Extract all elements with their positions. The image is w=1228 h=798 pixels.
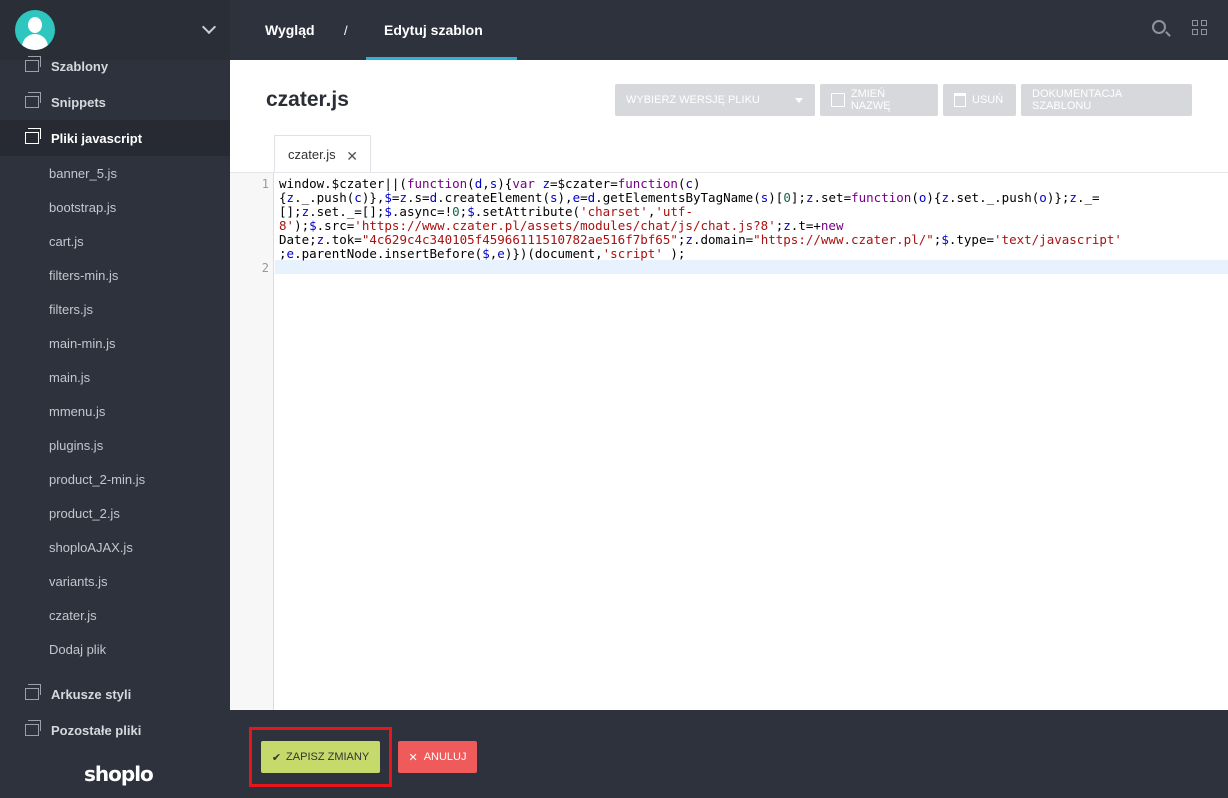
user-avatar-icon[interactable] xyxy=(15,10,55,50)
add-file-link[interactable]: Dodaj plik xyxy=(0,632,230,666)
layers-icon xyxy=(25,684,41,700)
sidebar-file-item[interactable]: bootstrap.js xyxy=(0,190,230,224)
sidebar-file-item[interactable]: plugins.js xyxy=(0,428,230,462)
sidebar-item-label: Snippets xyxy=(51,94,106,110)
docs-label: Dokumentacja szablonu xyxy=(1032,88,1122,112)
breadcrumb-separator: / xyxy=(344,22,348,38)
file-tab-label: czater.js xyxy=(288,147,336,162)
sidebar-file-item[interactable]: banner_5.js xyxy=(0,156,230,190)
rename-button[interactable]: Zmień nazwę xyxy=(820,84,938,116)
breadcrumb-wyglad[interactable]: Wygląd xyxy=(265,0,315,60)
sidebar-item-label: Pozostałe pliki xyxy=(51,722,142,738)
active-tab-underline xyxy=(366,57,517,60)
save-label: Zapisz zmiany xyxy=(286,751,370,763)
line-number: 2 xyxy=(261,261,269,275)
sidebar-file-item[interactable]: filters-min.js xyxy=(0,258,230,292)
cancel-label: Anuluj xyxy=(423,751,467,763)
dropdown-label: Wybierz wersję pliku xyxy=(626,94,760,106)
page-title: czater.js xyxy=(266,88,349,111)
code-content[interactable]: window.$czater||(function(d,s){var z=$cz… xyxy=(279,177,1225,262)
check-icon: ✔ xyxy=(271,751,282,764)
rename-label: Zmień nazwę xyxy=(850,88,891,112)
delete-button[interactable]: Usuń xyxy=(943,84,1016,116)
active-line-highlight xyxy=(275,260,1228,274)
sidebar-item-szablony[interactable]: Szablony xyxy=(0,48,230,84)
sidebar-item-arkusze-styli[interactable]: Arkusze styli xyxy=(0,676,230,712)
sidebar-file-item[interactable]: product_2.js xyxy=(0,496,230,530)
sidebar-file-item[interactable]: main-min.js xyxy=(0,326,230,360)
select-file-version-dropdown[interactable]: Wybierz wersję pliku xyxy=(615,84,815,116)
layers-icon xyxy=(25,92,41,108)
code-editor[interactable]: 1 2 window.$czater||(function(d,s){var z… xyxy=(230,172,1228,711)
cancel-button[interactable]: ✕ Anuluj xyxy=(398,741,477,773)
caret-down-icon xyxy=(795,98,803,103)
sidebar-file-item[interactable]: cart.js xyxy=(0,224,230,258)
template-docs-button[interactable]: Dokumentacja szablonu xyxy=(1021,84,1192,116)
top-bar: Wygląd / Edytuj szablon xyxy=(230,0,1228,60)
footer-bar: ✔ Zapisz zmiany ✕ Anuluj xyxy=(230,710,1228,798)
editor-file-tab[interactable]: czater.js ✕ xyxy=(274,135,371,173)
sidebar-file-item[interactable]: mmenu.js xyxy=(0,394,230,428)
save-button-highlight: ✔ Zapisz zmiany xyxy=(249,727,392,787)
sidebar-file-item[interactable]: czater.js xyxy=(0,598,230,632)
layers-icon xyxy=(25,720,41,736)
close-icon[interactable]: ✕ xyxy=(346,148,358,165)
breadcrumb-current: Edytuj szablon xyxy=(384,22,483,38)
sidebar-file-item[interactable]: main.js xyxy=(0,360,230,394)
sidebar-file-item[interactable]: variants.js xyxy=(0,564,230,598)
layers-icon xyxy=(25,128,41,144)
search-icon[interactable] xyxy=(1152,20,1166,34)
sidebar-item-label: Arkusze styli xyxy=(51,686,132,702)
trash-icon xyxy=(954,93,966,107)
sidebar-file-item[interactable]: product_2-min.js xyxy=(0,462,230,496)
layers-icon xyxy=(25,56,41,72)
sidebar-item-pozostale-pliki[interactable]: Pozostałe pliki xyxy=(0,712,230,748)
shoplo-logo: shoplo xyxy=(84,762,154,786)
sidebar-item-snippets[interactable]: Snippets xyxy=(0,84,230,120)
sidebar-item-pliki-javascript[interactable]: Pliki javascript xyxy=(0,120,230,156)
edit-icon xyxy=(831,93,845,107)
chevron-down-icon[interactable] xyxy=(201,19,217,35)
sidebar-item-label: Pliki javascript xyxy=(51,130,143,146)
delete-label: Usuń xyxy=(972,94,1004,106)
sidebar: Szablony Snippets Pliki javascript banne… xyxy=(0,0,230,798)
sidebar-file-item[interactable]: filters.js xyxy=(0,292,230,326)
save-changes-button[interactable]: ✔ Zapisz zmiany xyxy=(261,741,380,773)
line-number-gutter: 1 2 xyxy=(230,173,274,711)
line-number: 1 xyxy=(261,177,269,191)
sidebar-file-item[interactable]: shoploAJAX.js xyxy=(0,530,230,564)
apps-grid-icon[interactable] xyxy=(1192,20,1208,36)
sidebar-item-label: Szablony xyxy=(51,58,109,74)
close-icon: ✕ xyxy=(408,751,418,764)
